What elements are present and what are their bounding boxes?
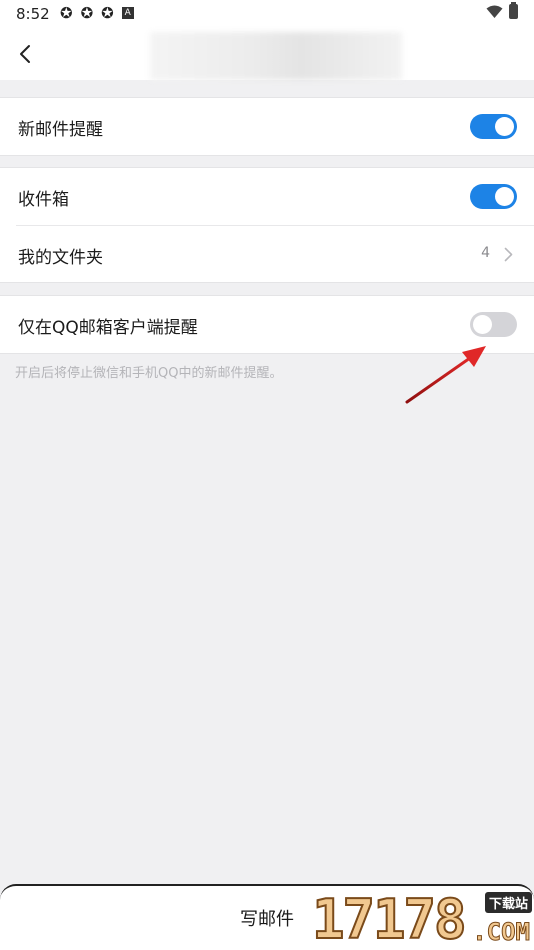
setting-label: 新邮件提醒 xyxy=(18,120,103,140)
folder-count: 4 xyxy=(481,245,490,261)
sync-icon: ✪ xyxy=(60,4,73,22)
settings-group-new-mail: 新邮件提醒 xyxy=(0,97,534,156)
chevron-right-icon xyxy=(504,247,513,262)
page-title-blurred xyxy=(150,32,402,80)
title-bar xyxy=(0,28,534,80)
chevron-left-icon[interactable] xyxy=(14,40,38,68)
watermark-badge: 下载站 xyxy=(484,892,532,913)
setting-label: 收件箱 xyxy=(18,190,69,210)
toggle-knob xyxy=(473,315,492,334)
site-watermark: 17178 下载站 .COM xyxy=(308,887,534,950)
status-bar: 8:52 ✪ ✪ ✪ A xyxy=(0,0,534,28)
sync-icon: ✪ xyxy=(101,4,114,22)
settings-group-folders: 收件箱 我的文件夹 4 xyxy=(0,167,534,283)
qq-client-only-toggle[interactable] xyxy=(470,312,517,337)
setting-row-inbox[interactable]: 收件箱 xyxy=(0,168,534,225)
setting-row-my-folders[interactable]: 我的文件夹 4 xyxy=(16,225,534,282)
sync-icon: ✪ xyxy=(80,4,94,22)
setting-label: 我的文件夹 xyxy=(18,248,103,268)
battery-icon xyxy=(509,2,518,19)
notification-icons: ✪ ✪ ✪ A xyxy=(60,5,134,22)
status-time: 8:52 xyxy=(16,5,50,23)
watermark-domain: .COM xyxy=(472,918,531,947)
wifi-icon xyxy=(486,5,503,18)
status-right xyxy=(486,2,518,19)
inbox-toggle[interactable] xyxy=(470,184,517,209)
setting-hint: 开启后将停止微信和手机QQ中的新邮件提醒。 xyxy=(15,366,283,381)
setting-label: 仅在QQ邮箱客户端提醒 xyxy=(18,318,198,338)
annotation-arrow-icon xyxy=(405,346,486,404)
new-mail-alert-toggle[interactable] xyxy=(470,114,517,139)
a-icon: A xyxy=(121,7,134,19)
toggle-knob xyxy=(495,187,514,206)
toggle-knob xyxy=(495,117,514,136)
setting-row-new-mail-alert[interactable]: 新邮件提醒 xyxy=(0,98,534,155)
watermark-digits: 17178 xyxy=(311,887,468,950)
